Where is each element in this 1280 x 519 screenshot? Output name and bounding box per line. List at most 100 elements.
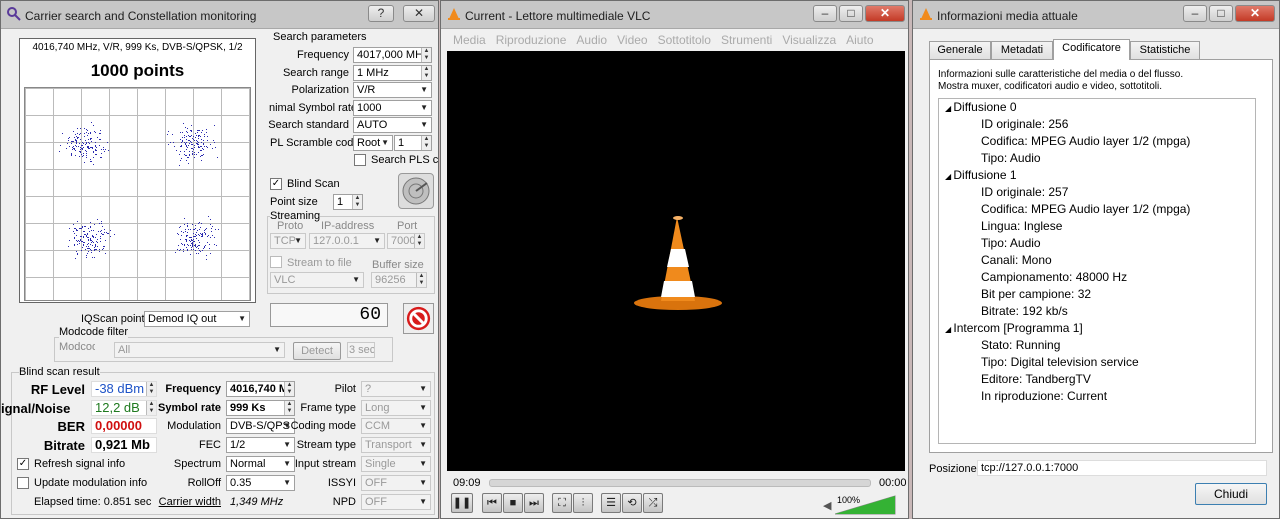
- update-checkbox[interactable]: [17, 477, 29, 489]
- shuffle-button[interactable]: ⤮: [643, 493, 663, 513]
- issyi-select[interactable]: OFF ▼: [361, 475, 431, 491]
- help-button[interactable]: ?: [368, 5, 394, 22]
- tree-node[interactable]: ◢ Intercom [Programma 1]: [939, 320, 1255, 337]
- info-titlebar[interactable]: Informazioni media attuale – □ ✕: [913, 1, 1279, 29]
- video-area[interactable]: [447, 51, 905, 471]
- tree-item[interactable]: Stato: Running: [939, 337, 1255, 354]
- speaker-icon[interactable]: ◀: [823, 499, 831, 512]
- search-pls-checkbox[interactable]: [354, 154, 366, 166]
- menu-item[interactable]: Video: [617, 33, 647, 47]
- fullscreen-button[interactable]: ⛶: [552, 493, 572, 513]
- playlist-button[interactable]: ☰: [601, 493, 621, 513]
- spin-icon[interactable]: ▲ ▼: [284, 401, 294, 415]
- tree-item[interactable]: Codifica: MPEG Audio layer 1/2 (mpga): [939, 201, 1255, 218]
- vlc-titlebar[interactable]: Current - Lettore multimediale VLC – □ ✕: [441, 1, 908, 29]
- coding-select[interactable]: CCM ▼: [361, 418, 431, 434]
- sec-input[interactable]: 3 sec: [347, 342, 375, 358]
- spectrum-select[interactable]: Normal ▼: [226, 456, 295, 472]
- pls-mode-select[interactable]: Root ▼: [353, 135, 393, 151]
- iq-select[interactable]: Demod IQ out ▼: [144, 311, 250, 327]
- extended-settings-button[interactable]: ⫶: [573, 493, 593, 513]
- tree-node[interactable]: ◢ Diffusione 1: [939, 167, 1255, 184]
- player-select[interactable]: VLC ▼: [270, 272, 364, 288]
- tab-generale[interactable]: Generale: [929, 41, 991, 59]
- spin-icon[interactable]: ▲ ▼: [421, 66, 431, 80]
- menu-item[interactable]: Media: [453, 33, 486, 47]
- proto-select[interactable]: TCP ▼: [270, 233, 306, 249]
- symrate-select[interactable]: 1000 ▼: [353, 100, 432, 116]
- port-input[interactable]: 7000 ▲ ▼: [387, 233, 425, 249]
- spin-icon[interactable]: ▲ ▼: [284, 382, 294, 396]
- modulation-select[interactable]: DVB-S/QPS ▼: [226, 418, 295, 434]
- loop-button[interactable]: ⟲: [622, 493, 642, 513]
- tree-node[interactable]: ◢ Diffusione 0: [939, 99, 1255, 116]
- tree-item[interactable]: In riproduzione: Current: [939, 388, 1255, 405]
- tree-item[interactable]: Bitrate: 192 kb/s: [939, 303, 1255, 320]
- tree-item[interactable]: Codifica: MPEG Audio layer 1/2 (mpga): [939, 133, 1255, 150]
- fec-select[interactable]: 1/2 ▼: [226, 437, 295, 453]
- refresh-checkbox[interactable]: ✓: [17, 458, 29, 470]
- stream-type-select[interactable]: Transport ▼: [361, 437, 431, 453]
- menu-item[interactable]: Audio: [576, 33, 607, 47]
- close-button[interactable]: ✕: [865, 5, 905, 22]
- tab-codificatore[interactable]: Codificatore: [1053, 39, 1130, 60]
- menu-item[interactable]: Aiuto: [846, 33, 873, 47]
- range-input[interactable]: 1 MHz ▲ ▼: [353, 65, 432, 81]
- tab-statistiche[interactable]: Statistiche: [1130, 41, 1200, 59]
- menu-item[interactable]: Strumenti: [721, 33, 772, 47]
- tree-item[interactable]: Lingua: Inglese: [939, 218, 1255, 235]
- stop-button[interactable]: ■: [503, 493, 523, 513]
- menu-item[interactable]: Sottotitolo: [658, 33, 711, 47]
- carrier-titlebar[interactable]: Carrier search and Constellation monitor…: [1, 1, 438, 29]
- ip-select[interactable]: 127.0.0.1 ▼: [309, 233, 385, 249]
- buffer-input[interactable]: 96256 ▲ ▼: [371, 272, 427, 288]
- tree-item[interactable]: Tipo: Digital television service: [939, 354, 1255, 371]
- npd-select[interactable]: OFF ▼: [361, 494, 431, 510]
- tree-item[interactable]: Canali: Mono: [939, 252, 1255, 269]
- menu-item[interactable]: Visualizza: [782, 33, 836, 47]
- spin-icon[interactable]: ▲ ▼: [416, 273, 426, 287]
- spin-icon[interactable]: ▲ ▼: [352, 195, 362, 209]
- codec-tree[interactable]: ◢ Diffusione 0 ID originale: 256 Codifica:…: [938, 98, 1256, 444]
- frame-select[interactable]: Long ▼: [361, 400, 431, 416]
- tree-item[interactable]: Tipo: Audio: [939, 235, 1255, 252]
- close-dialog-button[interactable]: Chiudi: [1195, 483, 1267, 505]
- tree-item[interactable]: ID originale: 257: [939, 184, 1255, 201]
- tab-metadati[interactable]: Metadati: [991, 41, 1053, 59]
- spin-icon[interactable]: ▲ ▼: [421, 136, 431, 150]
- tree-item[interactable]: Campionamento: 48000 Hz: [939, 269, 1255, 286]
- spin-icon[interactable]: ▲ ▼: [414, 234, 424, 248]
- rolloff-select[interactable]: 0.35 ▼: [226, 475, 295, 491]
- input-stream-select[interactable]: Single ▼: [361, 456, 431, 472]
- previous-button[interactable]: ⏮: [482, 493, 502, 513]
- point-size-input[interactable]: 1 ▲ ▼: [333, 194, 363, 210]
- spin-icon[interactable]: ▲ ▼: [421, 48, 431, 62]
- close-button[interactable]: ✕: [403, 5, 435, 22]
- play-pause-button[interactable]: ❚❚: [451, 493, 473, 513]
- maximize-button[interactable]: □: [1209, 5, 1233, 22]
- close-button[interactable]: ✕: [1235, 5, 1275, 22]
- polarization-select[interactable]: V/R ▼: [353, 82, 432, 98]
- seek-bar[interactable]: [489, 479, 871, 487]
- scan-button[interactable]: [398, 173, 434, 209]
- volume-slider[interactable]: [835, 495, 897, 515]
- pls-value-input[interactable]: 1 ▲ ▼: [394, 135, 432, 151]
- stop-button[interactable]: [403, 303, 434, 334]
- frequency-input[interactable]: 4017,000 MHz ▲ ▼: [353, 47, 432, 63]
- tree-item[interactable]: Bit per campione: 32: [939, 286, 1255, 303]
- spin-icon[interactable]: ▲ ▼: [146, 401, 156, 415]
- spin-icon[interactable]: ▲ ▼: [146, 382, 156, 396]
- next-button[interactable]: ⏭: [524, 493, 544, 513]
- modcode-select[interactable]: All ▼: [114, 342, 285, 358]
- tree-item[interactable]: Editore: TandbergTV: [939, 371, 1255, 388]
- position-field[interactable]: tcp://127.0.0.1:7000: [977, 460, 1267, 476]
- tree-item[interactable]: Tipo: Audio: [939, 150, 1255, 167]
- blind-scan-checkbox[interactable]: ✓: [270, 178, 282, 190]
- minimize-button[interactable]: –: [813, 5, 837, 22]
- menu-item[interactable]: Riproduzione: [496, 33, 567, 47]
- minimize-button[interactable]: –: [1183, 5, 1207, 22]
- stream-to-file-checkbox[interactable]: [270, 256, 282, 268]
- tree-item[interactable]: ID originale: 256: [939, 116, 1255, 133]
- standard-select[interactable]: AUTO ▼: [353, 117, 432, 133]
- detect-button[interactable]: Detect: [293, 342, 341, 360]
